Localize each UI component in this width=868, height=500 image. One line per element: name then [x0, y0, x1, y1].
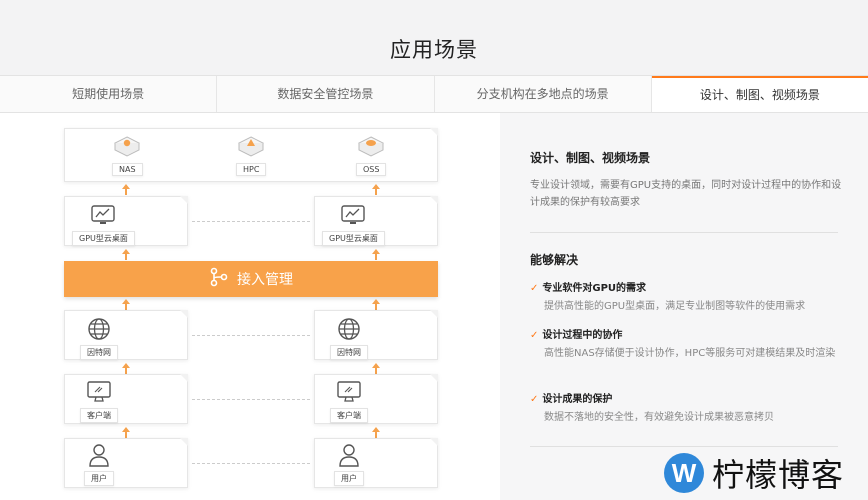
check-icon: ✓ [530, 283, 539, 294]
nas-icon [113, 135, 141, 159]
arrow-client-to-internet-right [371, 362, 381, 374]
tab-short-term[interactable]: 短期使用场景 [0, 76, 218, 112]
tab-branch-offices[interactable]: 分支机构在多地点的场景 [434, 76, 652, 112]
nas-node: NAS [112, 135, 143, 176]
dashed-link-internet [192, 335, 310, 336]
access-management-banner: 接入管理 [64, 261, 438, 297]
check-icon: ✓ [530, 330, 539, 341]
tab-data-security[interactable]: 数据安全管控场景 [217, 76, 435, 112]
arrow-user-to-client-right [371, 426, 381, 438]
internet-right: 因特网 [330, 317, 368, 360]
globe-icon [85, 317, 113, 341]
internet-label-left: 因特网 [80, 345, 118, 360]
desktop-computer-icon [335, 380, 363, 404]
hpc-label: HPC [236, 163, 267, 176]
arrow-access-to-gpu-left [121, 248, 131, 260]
scenario-description: 专业设计领域，需要有GPU支持的桌面，同时对设计过程中的协作和设计成果的保护有较… [530, 180, 842, 208]
solve-heading: 能够解决 [530, 253, 579, 267]
scenario-heading: 设计、制图、视频场景 [530, 151, 651, 165]
dashed-link-gpu [192, 221, 310, 222]
user-left: 用户 [84, 443, 114, 486]
watermark-logo: W [664, 453, 704, 493]
oss-node: OSS [356, 135, 387, 176]
monitor-chart-icon [339, 203, 367, 227]
internet-left: 因特网 [80, 317, 118, 360]
solution-item-title: ✓ 设计成果的保护 [530, 394, 613, 405]
client-label-right: 客户端 [330, 408, 368, 423]
client-right: 客户端 [330, 380, 368, 423]
tab-design-video[interactable]: 设计、制图、视频场景 [651, 76, 868, 112]
user-icon [85, 443, 113, 467]
scenario-tabs: 短期使用场景 数据安全管控场景 分支机构在多地点的场景 设计、制图、视频场景 [0, 75, 868, 113]
scenario-content: NAS HPC OSS GPU型云桌面 GPU型云桌面 接入管理 因特网 因特网… [0, 113, 868, 500]
scenario-description-panel: 设计、制图、视频场景 专业设计领域，需要有GPU支持的桌面，同时对设计过程中的协… [500, 113, 868, 500]
user-icon [335, 443, 363, 467]
solution-item-title: ✓ 专业软件对GPU的需求 [530, 283, 647, 294]
client-left: 客户端 [80, 380, 118, 423]
monitor-chart-icon [89, 203, 117, 227]
architecture-diagram: NAS HPC OSS GPU型云桌面 GPU型云桌面 接入管理 因特网 因特网… [0, 113, 500, 500]
check-icon: ✓ [530, 394, 539, 405]
dashed-link-user [192, 463, 310, 464]
globe-icon [335, 317, 363, 341]
arrow-internet-to-access-left [121, 298, 131, 310]
watermark: W 柠檬博客 [664, 450, 844, 496]
solution-item-text: 数据不落地的安全性，有效避免设计成果被恶意拷贝 [544, 412, 774, 423]
gpu-desktop-left: GPU型云桌面 [72, 203, 135, 246]
user-box-left [64, 438, 188, 488]
access-management-label: 接入管理 [237, 272, 293, 288]
divider [530, 446, 838, 447]
user-label-right: 用户 [334, 471, 364, 486]
oss-icon [357, 135, 385, 159]
watermark-text: 柠檬博客 [712, 456, 845, 494]
arrow-gpu-to-storage-left [121, 183, 131, 195]
arrow-gpu-to-storage-right [371, 183, 381, 195]
gpu-desktop-label-right: GPU型云桌面 [322, 231, 385, 246]
solution-item-title: ✓ 设计过程中的协作 [530, 330, 623, 341]
desktop-computer-icon [85, 380, 113, 404]
internet-label-right: 因特网 [330, 345, 368, 360]
gpu-desktop-right: GPU型云桌面 [322, 203, 385, 246]
arrow-internet-to-access-right [371, 298, 381, 310]
user-box-right [314, 438, 438, 488]
divider [530, 232, 838, 233]
arrow-user-to-client-left [121, 426, 131, 438]
arrow-access-to-gpu-right [371, 248, 381, 260]
solution-item-text: 高性能NAS存储便于设计协作，HPC等服务可对建模结果及时渲染 [544, 348, 836, 359]
oss-label: OSS [356, 163, 387, 176]
nas-label: NAS [112, 163, 143, 176]
client-label-left: 客户端 [80, 408, 118, 423]
hpc-icon [237, 135, 265, 159]
user-right: 用户 [334, 443, 364, 486]
solution-item-text: 提供高性能的GPU型桌面，满足专业制图等软件的使用需求 [544, 301, 806, 312]
page-title: 应用场景 [390, 38, 478, 62]
arrow-client-to-internet-left [121, 362, 131, 374]
user-label-left: 用户 [84, 471, 114, 486]
branch-icon [209, 267, 229, 291]
gpu-desktop-label-left: GPU型云桌面 [72, 231, 135, 246]
dashed-link-client [192, 399, 310, 400]
hpc-node: HPC [236, 135, 267, 176]
